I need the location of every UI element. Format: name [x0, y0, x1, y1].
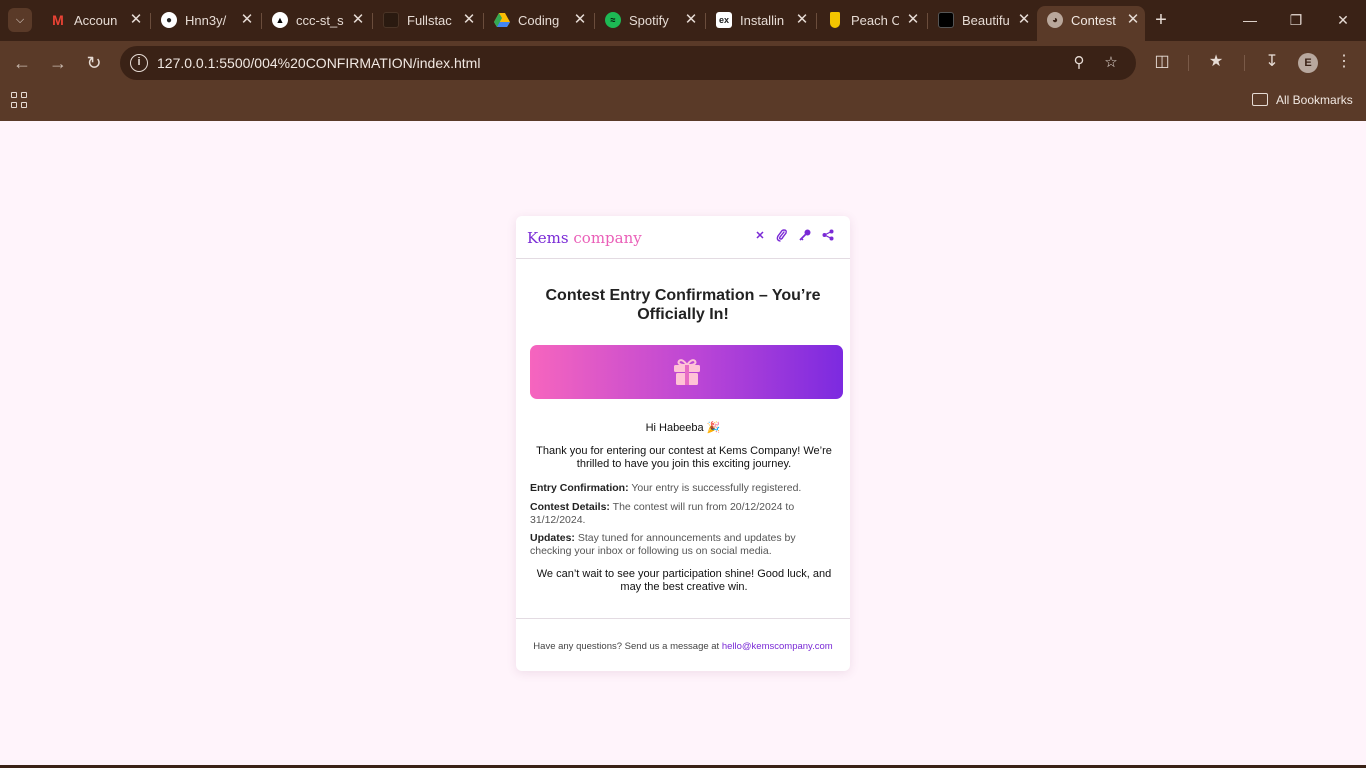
zoom-icon[interactable]: ⚲ [1070, 54, 1088, 72]
tab-title: Accoun [74, 13, 118, 28]
gift-banner [530, 345, 843, 399]
address-bar[interactable]: i 127.0.0.1:5500/004%20CONFIRMATION/inde… [120, 46, 1136, 80]
tab-close-icon[interactable]: ✕ [1125, 10, 1141, 30]
github-icon: ● [161, 12, 177, 28]
tab-close-icon[interactable]: ✕ [683, 10, 699, 30]
tab-close-icon[interactable]: ✕ [461, 10, 477, 30]
bookmarks-bar: All Bookmarks [0, 83, 1366, 121]
folder-icon [1252, 93, 1268, 106]
reading-list-icon[interactable]: ★ [1205, 51, 1227, 73]
tab-contest[interactable]: ◕ Contest ✕ [1037, 6, 1145, 41]
intro-text: Thank you for entering our contest at Ke… [536, 445, 832, 470]
footer-text: Have any questions? Send us a message at… [516, 641, 850, 652]
detail-text: Your entry is successfully registered. [631, 482, 802, 494]
brand-name-part2: company [573, 229, 642, 247]
tab-close-icon[interactable]: ✕ [350, 10, 366, 30]
tab-close-icon[interactable]: ✕ [905, 10, 921, 30]
url-text[interactable]: 127.0.0.1:5500/004%20CONFIRMATION/index.… [157, 55, 480, 71]
footer-question: Have any questions? Send us a message at [533, 641, 720, 652]
key-icon[interactable] [798, 229, 812, 243]
apps-grid-icon[interactable] [11, 92, 29, 110]
tab-installing[interactable]: ex Installin ✕ [706, 6, 817, 35]
restore-icon[interactable]: ❐ [1286, 10, 1306, 30]
tab-title: Coding [518, 13, 560, 28]
brand-name-part1: Kems [527, 229, 569, 247]
share-icon[interactable] [821, 229, 835, 243]
beautiful-icon [938, 12, 954, 28]
tab-gmail[interactable]: M Accoun ✕ [40, 6, 151, 35]
minimize-icon[interactable]: — [1240, 10, 1260, 30]
tab-title: ccc-st_s [296, 13, 344, 28]
peach-icon [830, 12, 840, 28]
close-icon[interactable]: ✕ [753, 229, 767, 243]
new-tab-button[interactable]: + [1150, 9, 1172, 31]
tab-peach[interactable]: Peach C ✕ [817, 6, 928, 35]
paperclip-icon[interactable] [775, 229, 789, 243]
site-info-icon[interactable]: i [130, 54, 148, 72]
tab-spotify[interactable]: ≈ Spotify ✕ [595, 6, 706, 35]
gmail-icon: M [52, 12, 64, 28]
detail-entry-confirmation: Entry Confirmation: Your entry is succes… [530, 482, 830, 495]
window-close-icon[interactable]: ✕ [1333, 10, 1353, 30]
tab-title: Spotify [629, 13, 669, 28]
tab-title: Contest [1071, 13, 1116, 28]
drive-icon [494, 12, 510, 28]
contact-email-link[interactable]: hello@kemscompany.com [722, 641, 833, 652]
tab-close-icon[interactable]: ✕ [128, 10, 144, 30]
gift-icon [672, 357, 702, 387]
detail-contest-details: Contest Details: The contest will run fr… [530, 501, 830, 527]
detail-label: Contest Details: [530, 501, 610, 513]
browser-toolbar: ← → ↻ i 127.0.0.1:5500/004%20CONFIRMATIO… [0, 41, 1366, 83]
email-card: Kems company ✕ Contest Entry Confirmatio… [516, 216, 850, 671]
globe-icon: ◕ [1047, 12, 1063, 28]
square-icon [383, 12, 399, 28]
tab-github[interactable]: ● Hnn3y/ ✕ [151, 6, 262, 35]
forward-icon[interactable]: → [46, 51, 70, 75]
spotify-icon: ≈ [605, 12, 621, 28]
closing-text: We can’t wait to see your participation … [536, 568, 832, 593]
detail-label: Entry Confirmation: [530, 482, 629, 494]
greeting-text: Hi Habeeba 🎉 [645, 422, 721, 434]
extensions-icon[interactable]: ◫ [1151, 51, 1173, 73]
tab-title: Fullstac [407, 13, 452, 28]
tab-title: Beautifu [962, 13, 1010, 28]
brand-logo: Kems company [527, 229, 642, 247]
tab-search-button[interactable]: ⌵ [8, 8, 32, 32]
download-icon[interactable]: ↧ [1261, 51, 1283, 73]
tab-title: Installin [740, 13, 785, 28]
tab-title: Hnn3y/ [185, 13, 227, 28]
back-icon[interactable]: ← [10, 51, 34, 75]
ex-icon: ex [716, 12, 732, 28]
tab-beautiful[interactable]: Beautifu ✕ [928, 6, 1036, 35]
tab-close-icon[interactable]: ✕ [1016, 10, 1032, 30]
all-bookmarks-button[interactable]: All Bookmarks [1276, 93, 1353, 107]
email-header: Kems company ✕ [516, 216, 850, 259]
tab-strip: ⌵ M Accoun ✕ ● Hnn3y/ ✕ ▲ ccc-st_s ✕ Ful… [0, 0, 1366, 41]
triangle-icon: ▲ [272, 12, 288, 28]
profile-avatar[interactable]: E [1298, 53, 1318, 73]
menu-icon[interactable]: ⋮ [1333, 51, 1355, 73]
tab-close-icon[interactable]: ✕ [239, 10, 255, 30]
detail-label: Updates: [530, 532, 575, 544]
tab-coding[interactable]: Coding ✕ [484, 6, 595, 35]
tab-title: Peach C [851, 13, 899, 28]
bookmark-star-icon[interactable]: ☆ [1102, 54, 1120, 72]
tab-fullstack[interactable]: Fullstac ✕ [373, 6, 484, 35]
tab-ccc[interactable]: ▲ ccc-st_s ✕ [262, 6, 373, 35]
tab-close-icon[interactable]: ✕ [572, 10, 588, 30]
reload-icon[interactable]: ↻ [82, 51, 106, 75]
email-headline: Contest Entry Confirmation – You’re Offi… [545, 287, 821, 323]
email-footer: Have any questions? Send us a message at… [516, 618, 850, 671]
detail-updates: Updates: Stay tuned for announcements an… [530, 532, 830, 558]
tab-close-icon[interactable]: ✕ [794, 10, 810, 30]
